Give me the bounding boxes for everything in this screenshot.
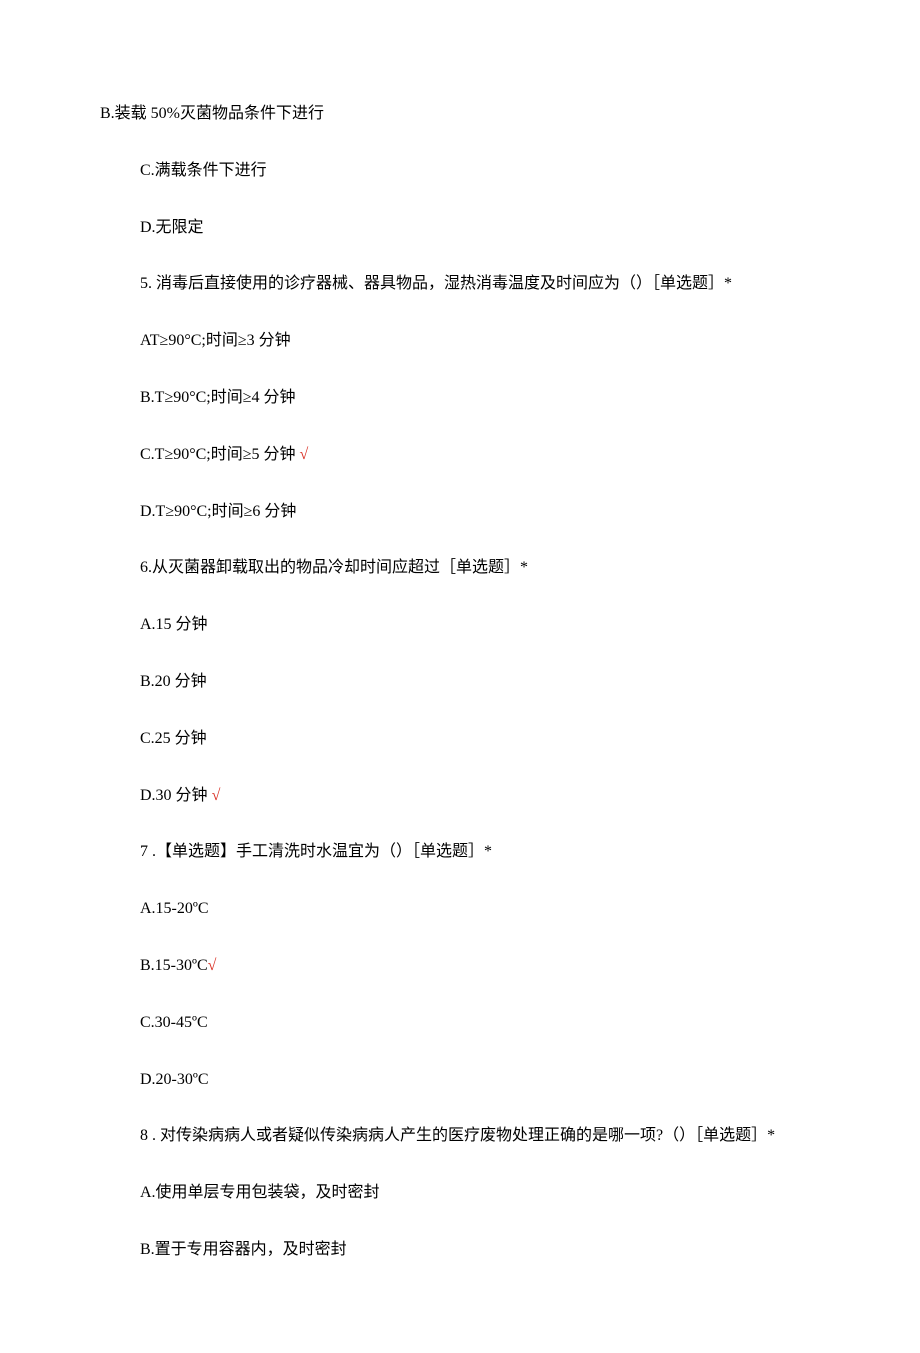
q6-option-b: B.20 分钟	[50, 668, 870, 697]
q6-option-d: D.30 分钟 √	[50, 782, 870, 811]
text: B.15-30ºC	[140, 957, 208, 974]
q4-option-c: C.满载条件下进行	[50, 157, 870, 186]
q4-option-b: B.装载 50%灭菌物品条件下进行	[50, 100, 870, 129]
q6-option-c: C.25 分钟	[50, 725, 870, 754]
text: B.T≥90°C;时间≥4 分钟	[140, 389, 296, 406]
q7-option-a: A.15-20ºC	[50, 895, 870, 924]
check-icon: √	[300, 446, 309, 463]
q5-option-b: B.T≥90°C;时间≥4 分钟	[50, 384, 870, 413]
q5-option-d: D.T≥90°C;时间≥6 分钟	[50, 498, 870, 527]
q7-stem: 7 .【单选题】手工清洗时水温宜为（）［单选题］*	[50, 838, 870, 867]
q8-option-a: A.使用单层专用包装袋，及时密封	[50, 1179, 870, 1208]
q7-option-b: B.15-30ºC√	[50, 952, 870, 981]
text: B.装载 50%灭菌物品条件下进行	[100, 105, 324, 122]
text: AT≥90°C;时间≥3 分钟	[140, 332, 291, 349]
text: C.满载条件下进行	[140, 162, 267, 179]
q6-stem: 6.从灭菌器卸载取出的物品冷却时间应超过［单选题］*	[50, 554, 870, 583]
q5-stem: 5. 消毒后直接使用的诊疗器械、器具物品，湿热消毒温度及时间应为（）［单选题］*	[50, 270, 870, 299]
text: D.T≥90°C;时间≥6 分钟	[140, 503, 296, 520]
check-icon: √	[208, 957, 217, 974]
text: D.20-30ºC	[140, 1071, 209, 1088]
text: 7 .【单选题】手工清洗时水温宜为（）［单选题］*	[140, 843, 492, 860]
text: C.T≥90°C;时间≥5 分钟	[140, 446, 300, 463]
q6-option-a: A.15 分钟	[50, 611, 870, 640]
check-icon: √	[212, 787, 221, 804]
text: B.置于专用容器内，及时密封	[140, 1241, 347, 1258]
text: 6.从灭菌器卸载取出的物品冷却时间应超过［单选题］*	[140, 559, 528, 576]
q5-option-a: AT≥90°C;时间≥3 分钟	[50, 327, 870, 356]
text: D.无限定	[140, 219, 204, 236]
text: D.30 分钟	[140, 787, 212, 804]
text: C.25 分钟	[140, 730, 207, 747]
text: B.20 分钟	[140, 673, 207, 690]
text: A.15-20ºC	[140, 900, 209, 917]
q7-option-d: D.20-30ºC	[50, 1066, 870, 1095]
q8-stem: 8 . 对传染病病人或者疑似传染病病人产生的医疗废物处理正确的是哪一项?（）［单…	[50, 1122, 870, 1151]
q4-option-d: D.无限定	[50, 214, 870, 243]
text: C.30-45ºC	[140, 1014, 208, 1031]
q8-option-b: B.置于专用容器内，及时密封	[50, 1236, 870, 1265]
text: 5. 消毒后直接使用的诊疗器械、器具物品，湿热消毒温度及时间应为（）［单选题］*	[140, 275, 732, 292]
q7-option-c: C.30-45ºC	[50, 1009, 870, 1038]
text: A.15 分钟	[140, 616, 208, 633]
q5-option-c: C.T≥90°C;时间≥5 分钟 √	[50, 441, 870, 470]
text: A.使用单层专用包装袋，及时密封	[140, 1184, 380, 1201]
text: 8 . 对传染病病人或者疑似传染病病人产生的医疗废物处理正确的是哪一项?（）［单…	[140, 1127, 775, 1144]
